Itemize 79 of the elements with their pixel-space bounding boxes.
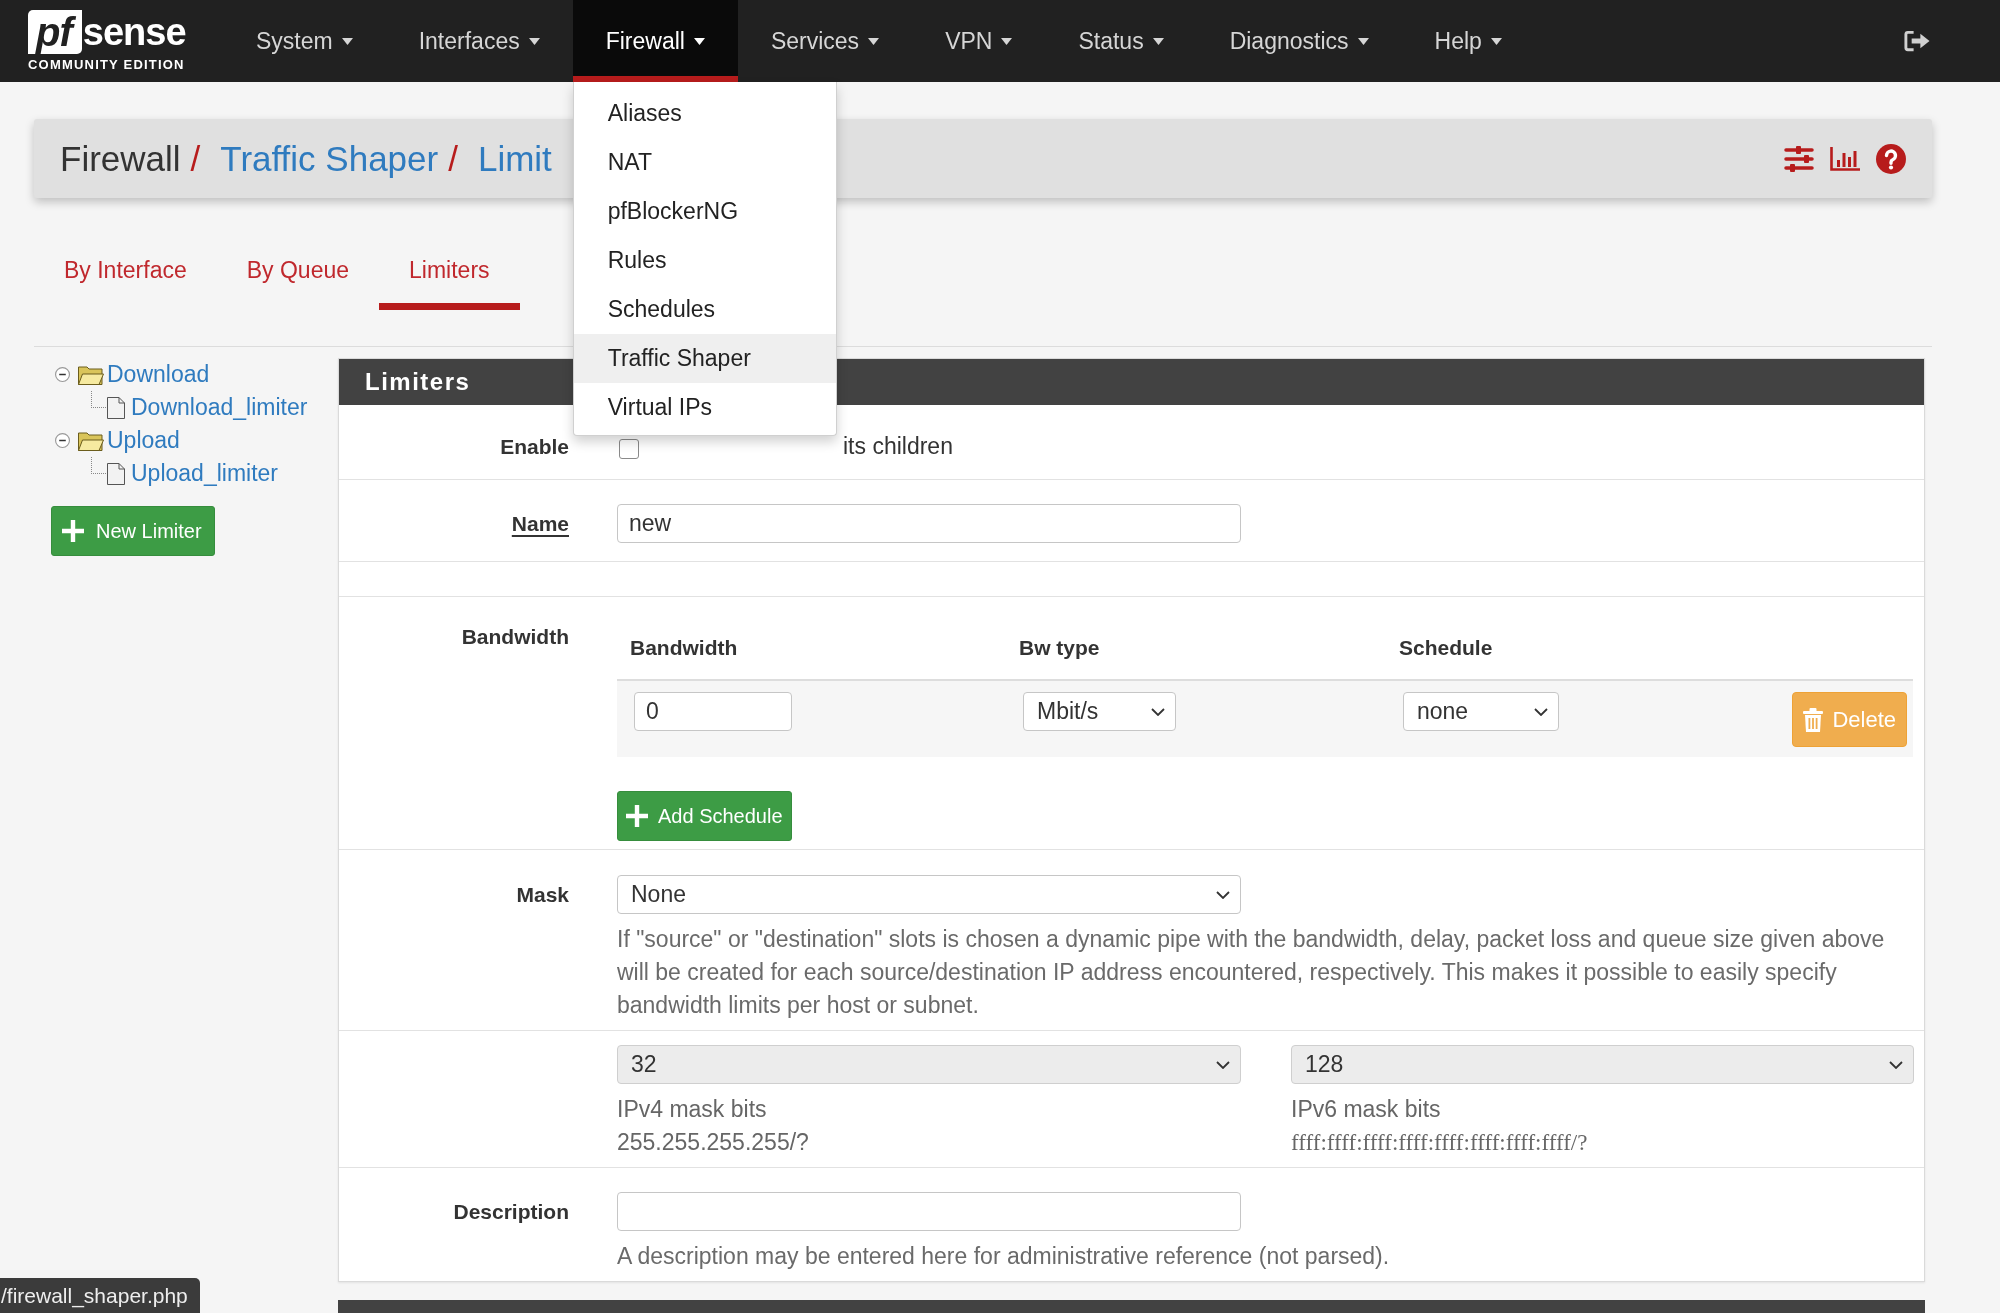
caret-icon — [1001, 37, 1013, 45]
dropdown-item[interactable]: Traffic Shaper — [573, 334, 836, 383]
nav-menu-item[interactable]: System — [223, 0, 386, 82]
dropdown-item[interactable]: Virtual IPs — [573, 383, 836, 432]
chevron-icon — [1534, 707, 1548, 716]
plus-icon — [626, 805, 648, 827]
document-icon — [107, 396, 125, 419]
tab[interactable]: By Queue — [216, 234, 380, 310]
checkbox-label: its children — [843, 433, 953, 460]
nav-menu-item[interactable]: Services — [737, 0, 913, 82]
column-header: Schedule — [1399, 636, 1493, 660]
field-hint: 255.255.255.255/? — [617, 1128, 810, 1157]
mask-select[interactable]: None — [617, 875, 1241, 914]
help-text: If "source" or "destination" slots is chosen a dynamic pipe with the bandwidth, delay, packet loss and queue size given above will be created for each source/destination IP address encountered, respectively. This makes it possible to easily specify bandwidth limits per host or subnet. — [617, 925, 1886, 1020]
bar-chart-icon[interactable] — [1830, 146, 1860, 171]
nav-menu-item[interactable]: Firewall — [572, 0, 738, 82]
caret-icon — [1490, 37, 1502, 45]
caret-icon — [693, 37, 705, 45]
schedule-select[interactable]: none — [1403, 692, 1559, 731]
caret-icon — [868, 37, 880, 45]
nav-menu-item[interactable]: Interfaces — [385, 0, 573, 82]
minus-circle-icon[interactable] — [55, 367, 70, 382]
nav-menu-item[interactable]: Diagnostics — [1196, 0, 1402, 82]
field-label: Mask — [516, 883, 569, 906]
tab[interactable]: Limiters — [379, 234, 520, 310]
field-label: Name — [511, 512, 569, 535]
field-label: Enable — [500, 435, 569, 458]
tree-link[interactable]: Upload — [107, 427, 180, 454]
breadcrumb-title: Firewall — [60, 138, 181, 179]
chevron-icon — [1151, 707, 1165, 716]
document-icon — [107, 462, 125, 485]
dropdown-item[interactable]: Aliases — [573, 89, 836, 138]
checkbox[interactable] — [619, 439, 639, 459]
chevron-icon — [1216, 890, 1230, 899]
caret-icon — [1357, 37, 1369, 45]
logo-wordmark: sense — [82, 9, 186, 54]
dropdown-item[interactable]: Rules — [573, 236, 836, 285]
nav-menu-item[interactable]: VPN — [912, 0, 1046, 82]
dropdown-item[interactable]: pfBlockerNG — [573, 187, 836, 236]
column-header: Bandwidth — [630, 636, 738, 660]
caret-icon — [1152, 37, 1164, 45]
folder-icon — [78, 430, 104, 451]
field-caption: IPv4 mask bits — [617, 1095, 768, 1124]
dropdown-item[interactable]: Schedules — [573, 285, 836, 334]
panel-title: Limiters — [365, 368, 471, 396]
column-header: Bw type — [1019, 636, 1100, 660]
tree-link[interactable]: Download — [107, 361, 210, 388]
field-caption: IPv6 mask bits — [1291, 1095, 1442, 1124]
tree-link[interactable]: Upload_limiter — [131, 460, 278, 487]
chevron-icon — [1889, 1060, 1903, 1069]
dropdown-item[interactable]: NAT — [573, 138, 836, 187]
tab[interactable]: By Interface — [34, 234, 217, 310]
field-label: Bandwidth — [461, 625, 569, 648]
minus-circle-icon[interactable] — [55, 433, 70, 448]
chevron-icon — [1216, 1060, 1230, 1069]
sliders-icon[interactable] — [1784, 145, 1814, 172]
trash-icon — [1803, 707, 1824, 732]
nav-menu-item[interactable]: Help — [1401, 0, 1535, 82]
nav-menu-item[interactable]: Status — [1045, 0, 1197, 82]
caret-icon — [528, 37, 540, 45]
plus-icon — [62, 520, 84, 542]
field-hint: ffff:ffff:ffff:ffff:ffff:ffff:ffff:ffff/? — [1291, 1129, 1589, 1157]
folder-icon — [78, 364, 104, 385]
breadcrumb-separator: / — [190, 138, 201, 179]
help-icon[interactable] — [1876, 143, 1906, 174]
bandwidth-input[interactable]: 0 — [634, 692, 792, 731]
caret-icon — [341, 37, 353, 45]
help-text: A description may be entered here for administrative reference (not parsed). — [617, 1242, 1391, 1271]
field-label: Description — [453, 1200, 569, 1223]
text-input[interactable]: new — [617, 504, 1241, 543]
text-input[interactable] — [617, 1192, 1241, 1231]
logo-mark: pf — [28, 9, 82, 54]
logo-subtitle: COMMUNITY EDITION — [28, 56, 185, 73]
bw-type-select[interactable]: Mbit/s — [1023, 692, 1176, 731]
tree-link[interactable]: Download_limiter — [131, 394, 308, 421]
logout-icon[interactable] — [1903, 29, 1930, 53]
logo[interactable]: pf sense COMMUNITY EDITION — [28, 0, 202, 82]
status-url-tooltip: /firewall_shaper.php — [0, 1278, 200, 1313]
breadcrumb-separator: / — [448, 138, 458, 179]
